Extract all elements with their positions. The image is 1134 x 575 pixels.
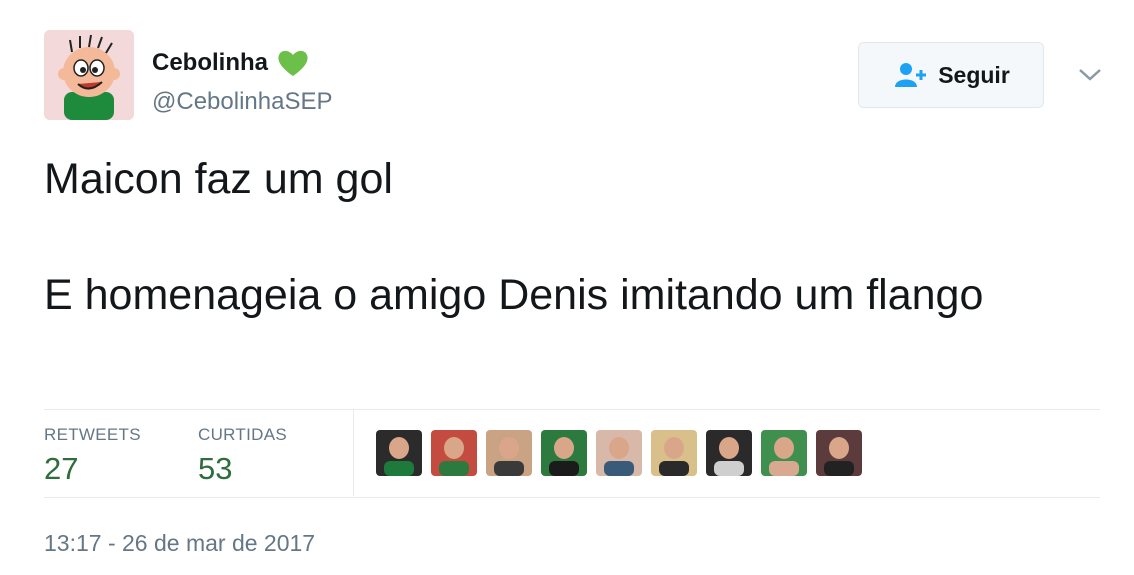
author-handle[interactable]: @CebolinhaSEP <box>152 88 332 116</box>
liker-avatars <box>376 430 871 476</box>
liker-avatar[interactable] <box>431 430 477 476</box>
liker-avatar-image <box>651 430 697 476</box>
retweets-label: RETWEETS <box>44 425 141 444</box>
liker-avatar-image <box>816 430 862 476</box>
chevron-down-icon[interactable] <box>1076 62 1104 86</box>
liker-avatar[interactable] <box>761 430 807 476</box>
liker-avatar-image <box>706 430 752 476</box>
liker-avatar-image <box>761 430 807 476</box>
liker-avatar[interactable] <box>486 430 532 476</box>
liker-avatar-image <box>376 430 422 476</box>
divider-bottom <box>44 497 1100 498</box>
likes-label: CURTIDAS <box>198 425 287 444</box>
liker-avatar[interactable] <box>651 430 697 476</box>
green-heart-icon <box>278 50 308 76</box>
tweet-text: Maicon faz um gol E homenageia o amigo D… <box>44 150 1094 324</box>
add-user-icon <box>895 63 927 87</box>
stats-divider <box>353 410 354 496</box>
liker-avatar-image <box>596 430 642 476</box>
author-name-row[interactable]: Cebolinha <box>152 48 310 78</box>
liker-avatar[interactable] <box>596 430 642 476</box>
divider-top <box>44 409 1100 410</box>
follow-label: Seguir <box>938 61 1010 88</box>
retweets-stat[interactable]: RETWEETS 27 <box>44 425 141 487</box>
avatar-image <box>44 30 134 120</box>
liker-avatar[interactable] <box>376 430 422 476</box>
follow-button[interactable]: Seguir <box>858 42 1044 108</box>
tweet-timestamp[interactable]: 13:17 - 26 de mar de 2017 <box>44 530 315 557</box>
likes-count: 53 <box>198 451 233 486</box>
retweets-count: 27 <box>44 451 79 486</box>
liker-avatar-image <box>541 430 587 476</box>
tweet-line-2: E homenageia o amigo Denis imitando um f… <box>44 271 984 319</box>
liker-avatar-image <box>486 430 532 476</box>
likes-stat[interactable]: CURTIDAS 53 <box>198 425 287 487</box>
liker-avatar[interactable] <box>541 430 587 476</box>
tweet-line-1: Maicon faz um gol <box>44 155 393 203</box>
avatar[interactable] <box>44 30 134 120</box>
display-name[interactable]: Cebolinha <box>152 49 268 77</box>
liker-avatar[interactable] <box>706 430 752 476</box>
liker-avatar[interactable] <box>816 430 862 476</box>
liker-avatar-image <box>431 430 477 476</box>
